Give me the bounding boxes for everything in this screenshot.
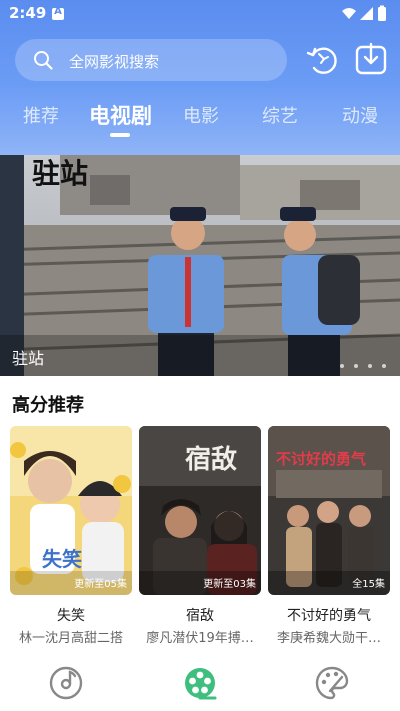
search-input[interactable]: 全网影视搜索 bbox=[69, 51, 159, 72]
header: 2:49 A 全网影视搜索 推荐 电视剧 电影 综艺 动漫 bbox=[0, 0, 400, 155]
poster-image-3: 不讨好的勇气 bbox=[268, 426, 390, 595]
show-poster[interactable]: 不讨好的勇气 全15集 bbox=[268, 426, 390, 595]
episode-badge: 更新至05集 bbox=[74, 579, 127, 590]
category-tabs: 推荐 电视剧 电影 综艺 动漫 bbox=[0, 96, 400, 137]
music-disc-icon[interactable] bbox=[48, 665, 84, 701]
show-title: 宿敌 bbox=[186, 608, 214, 624]
banner-image: 驻站 bbox=[0, 155, 400, 376]
battery-icon bbox=[378, 7, 386, 21]
show-subtitle: 李庚希魏大勋干… bbox=[276, 631, 381, 646]
poster-text: 不讨好的勇气 bbox=[276, 450, 366, 468]
carousel-indicator bbox=[335, 353, 386, 372]
notification-badge: A bbox=[54, 6, 62, 17]
episode-badge: 更新至03集 bbox=[203, 579, 256, 590]
section-title: 高分推荐 bbox=[12, 395, 84, 416]
carousel-dot[interactable] bbox=[367, 364, 372, 368]
tab-variety[interactable]: 综艺 bbox=[262, 102, 298, 128]
download-icon[interactable] bbox=[354, 42, 388, 76]
wifi-icon bbox=[342, 8, 356, 19]
show-card[interactable]: 失笑 更新至05集 失笑 林一沈月高甜二搭 bbox=[10, 426, 132, 646]
tab-indicator bbox=[110, 133, 130, 137]
bottom-navigation bbox=[0, 655, 400, 711]
carousel-dot[interactable] bbox=[339, 364, 344, 368]
signal-icon bbox=[360, 7, 373, 20]
show-subtitle: 廖凡潜伏19年搏… bbox=[146, 631, 254, 646]
poster-text: 失笑 bbox=[42, 547, 82, 571]
show-poster[interactable]: 失笑 更新至05集 bbox=[10, 426, 132, 595]
banner-carousel[interactable]: 驻站 驻站 bbox=[0, 155, 400, 376]
banner-poster-text: 驻站 bbox=[32, 157, 88, 190]
carousel-dot[interactable] bbox=[353, 364, 358, 368]
search-bar[interactable]: 全网影视搜索 bbox=[15, 39, 287, 81]
show-poster[interactable]: 宿敌 更新至03集 bbox=[139, 426, 261, 595]
poster-image-2: 宿敌 bbox=[139, 426, 261, 595]
episode-badge: 全15集 bbox=[352, 579, 385, 590]
film-reel-icon[interactable] bbox=[182, 665, 218, 701]
notification-icon: A bbox=[52, 6, 64, 20]
poster-text: 宿敌 bbox=[185, 444, 237, 475]
tab-anime[interactable]: 动漫 bbox=[342, 102, 378, 128]
banner-title: 驻站 bbox=[12, 349, 45, 368]
carousel-dot[interactable] bbox=[382, 364, 386, 368]
tab-recommend[interactable]: 推荐 bbox=[23, 102, 59, 128]
history-icon[interactable] bbox=[305, 43, 339, 77]
show-title: 不讨好的勇气 bbox=[287, 608, 371, 624]
status-bar: 2:49 A bbox=[0, 0, 400, 28]
show-subtitle: 林一沈月高甜二搭 bbox=[18, 631, 123, 646]
status-time: 2:49 bbox=[9, 4, 47, 22]
show-card[interactable]: 宿敌 更新至03集 宿敌 廖凡潜伏19年搏… bbox=[139, 426, 261, 646]
show-card[interactable]: 不讨好的勇气 全15集 不讨好的勇气 李庚希魏大勋干… bbox=[268, 426, 390, 646]
search-icon bbox=[34, 51, 53, 70]
tab-tv-series[interactable]: 电视剧 bbox=[89, 100, 152, 130]
status-icons bbox=[342, 5, 386, 21]
palette-icon[interactable] bbox=[314, 665, 350, 701]
tab-movie[interactable]: 电影 bbox=[183, 102, 219, 128]
poster-image-1: 失笑 bbox=[10, 426, 132, 595]
show-title: 失笑 bbox=[57, 608, 85, 624]
